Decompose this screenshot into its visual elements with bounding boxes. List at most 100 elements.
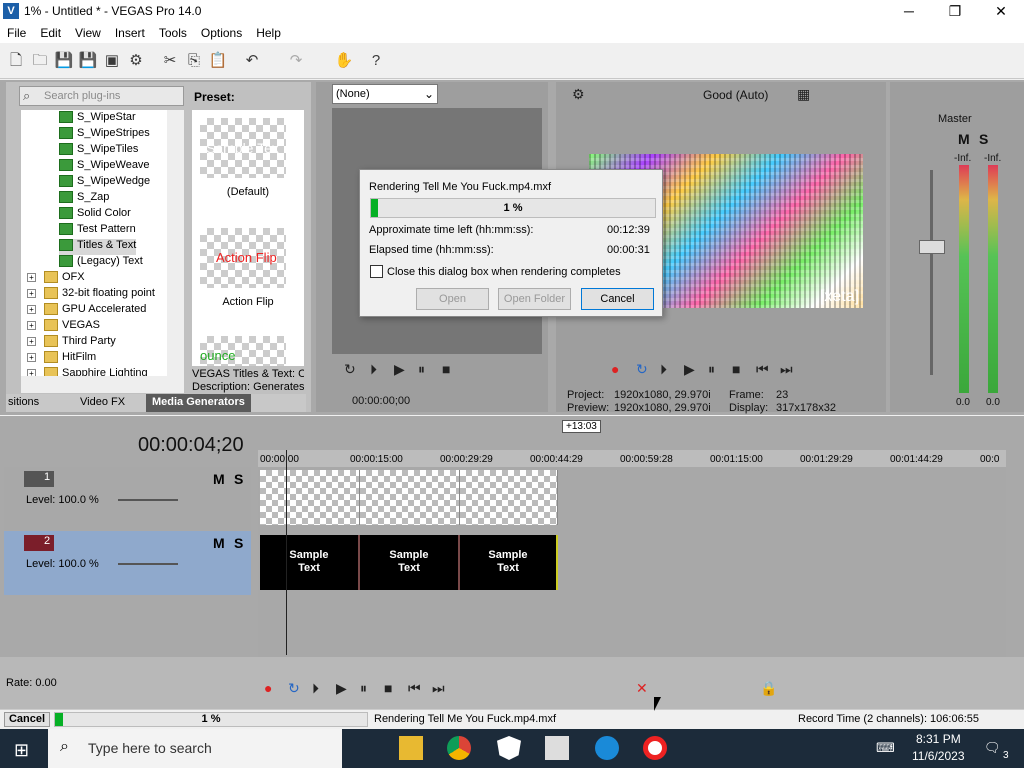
- minimize-button[interactable]: ─: [886, 0, 932, 23]
- keyboard-icon[interactable]: ⌨: [876, 740, 895, 756]
- play-icon[interactable]: ▶: [684, 361, 695, 378]
- tab-media-generators[interactable]: Media Generators: [146, 394, 251, 412]
- tree-scrollbar[interactable]: [167, 110, 184, 377]
- play-icon[interactable]: ▶: [394, 361, 405, 378]
- tree-folder[interactable]: + VEGAS: [27, 319, 100, 335]
- text-event[interactable]: Sample Text: [360, 535, 460, 590]
- play-from-start-icon[interactable]: ⏵: [312, 680, 319, 697]
- open-folder-button[interactable]: Open Folder: [498, 288, 571, 310]
- loop-icon[interactable]: ↻: [636, 361, 648, 378]
- menu-edit[interactable]: Edit: [33, 23, 68, 43]
- explore-icon[interactable]: ✋: [334, 51, 354, 71]
- tree-item-selected[interactable]: Titles & Text: [59, 239, 137, 255]
- tree-item[interactable]: Test Pattern: [59, 223, 136, 239]
- tree-folder[interactable]: + Third Party: [27, 335, 116, 351]
- menu-options[interactable]: Options: [194, 23, 249, 43]
- play-from-start-icon[interactable]: ⏵: [370, 361, 377, 378]
- tab-video-fx[interactable]: Video FX: [80, 396, 125, 408]
- windows-start-icon[interactable]: ⊞: [14, 740, 29, 761]
- file-explorer-icon[interactable]: [399, 736, 423, 760]
- save-as-icon[interactable]: 💾: [78, 51, 98, 71]
- menu-file[interactable]: File: [0, 23, 33, 43]
- preset-thumb-action-flip[interactable]: Action Flip: [200, 228, 286, 288]
- taskbar-search[interactable]: ⌕ Type here to search: [48, 729, 342, 768]
- close-when-done-checkbox[interactable]: [370, 265, 383, 278]
- paste-icon[interactable]: 📋: [208, 51, 228, 71]
- master-fader[interactable]: [919, 240, 945, 254]
- properties-icon[interactable]: ⚙: [126, 51, 146, 71]
- expand-icon[interactable]: +: [27, 288, 36, 298]
- close-button[interactable]: ✕: [978, 0, 1024, 23]
- render-as-icon[interactable]: ▣: [102, 51, 122, 71]
- menu-help[interactable]: Help: [249, 23, 288, 43]
- stop-icon[interactable]: ■: [442, 361, 450, 377]
- tree-item[interactable]: S_WipeStripes: [59, 127, 150, 143]
- open-button[interactable]: Open: [416, 288, 489, 310]
- gear-icon[interactable]: ⚙: [572, 86, 585, 103]
- pause-icon[interactable]: ⏸: [418, 361, 425, 378]
- expand-icon[interactable]: +: [27, 272, 36, 282]
- help-icon[interactable]: ?: [366, 51, 386, 71]
- play-from-start-icon[interactable]: ⏵: [660, 361, 667, 378]
- record-app-icon[interactable]: [643, 736, 667, 760]
- track-solo-button[interactable]: S: [234, 471, 243, 487]
- search-plugins-field[interactable]: ⌕ Search plug-ins: [19, 86, 184, 106]
- edge-icon[interactable]: [595, 736, 619, 760]
- expand-icon[interactable]: +: [27, 352, 36, 362]
- track-mute-button[interactable]: M: [213, 471, 225, 487]
- stop-icon[interactable]: ■: [384, 680, 392, 696]
- record-icon[interactable]: ●: [264, 680, 272, 696]
- chrome-icon[interactable]: [447, 736, 471, 760]
- text-event[interactable]: Sample Text: [260, 535, 360, 590]
- menu-insert[interactable]: Insert: [108, 23, 152, 43]
- tree-folder[interactable]: +32-bit floating point: [27, 287, 155, 303]
- track-mute-button[interactable]: M: [213, 535, 225, 551]
- cut-icon[interactable]: ✂: [160, 51, 180, 71]
- tree-item[interactable]: (Legacy) Text: [59, 255, 143, 271]
- clock-date[interactable]: 11/6/2023: [912, 749, 965, 763]
- level-slider[interactable]: [118, 499, 178, 501]
- tree-hscrollbar[interactable]: [21, 376, 184, 393]
- tree-item[interactable]: S_WipeTiles: [59, 143, 138, 159]
- tab-transitions[interactable]: sitions: [8, 396, 39, 408]
- tree-folder[interactable]: + HitFilm: [27, 351, 96, 367]
- tree-item[interactable]: S_Zap: [59, 191, 109, 207]
- copy-icon[interactable]: ⎘: [184, 51, 204, 71]
- mute-button[interactable]: M: [958, 131, 970, 147]
- go-start-icon[interactable]: ⏮: [408, 680, 421, 697]
- solo-button[interactable]: S: [979, 131, 988, 147]
- menu-tools[interactable]: Tools: [152, 23, 194, 43]
- stop-icon[interactable]: ■: [732, 361, 740, 377]
- expand-icon[interactable]: +: [27, 320, 36, 330]
- tree-item[interactable]: Solid Color: [59, 207, 131, 223]
- clock-time[interactable]: 8:31 PM: [916, 732, 961, 746]
- record-icon[interactable]: ●: [611, 361, 619, 377]
- status-cancel-button[interactable]: Cancel: [4, 712, 50, 727]
- expand-icon[interactable]: +: [27, 304, 36, 314]
- open-icon[interactable]: 🗀: [30, 51, 50, 71]
- lock-icon[interactable]: 🔒: [760, 680, 777, 697]
- preview-quality[interactable]: Good (Auto): [703, 88, 768, 102]
- tree-item[interactable]: S_WipeWeave: [59, 159, 150, 175]
- next-frame-icon[interactable]: ⏭: [780, 361, 793, 378]
- delete-icon[interactable]: ✕: [636, 680, 648, 697]
- pause-icon[interactable]: ⏸: [708, 361, 715, 378]
- save-icon[interactable]: 💾: [54, 51, 74, 71]
- document-icon[interactable]: [545, 736, 569, 760]
- grid-icon[interactable]: ▦: [797, 86, 810, 103]
- video-event[interactable]: [460, 470, 558, 525]
- menu-view[interactable]: View: [68, 23, 108, 43]
- level-slider[interactable]: [118, 563, 178, 565]
- expand-icon[interactable]: +: [27, 336, 36, 346]
- pause-icon[interactable]: ⏸: [360, 680, 367, 697]
- video-event[interactable]: [260, 470, 360, 525]
- track-solo-button[interactable]: S: [234, 535, 243, 551]
- preset-thumb-default[interactable]: Sample Tex: [200, 118, 286, 178]
- trimmer-media-select[interactable]: (None) ⌄: [332, 84, 438, 104]
- text-event[interactable]: Sample Text: [460, 535, 558, 590]
- video-event[interactable]: [360, 470, 460, 525]
- maximize-button[interactable]: ❐: [932, 0, 978, 23]
- new-icon[interactable]: 🗋: [6, 51, 26, 71]
- prev-frame-icon[interactable]: ⏮: [756, 361, 769, 378]
- loop-icon[interactable]: ↻: [288, 680, 300, 697]
